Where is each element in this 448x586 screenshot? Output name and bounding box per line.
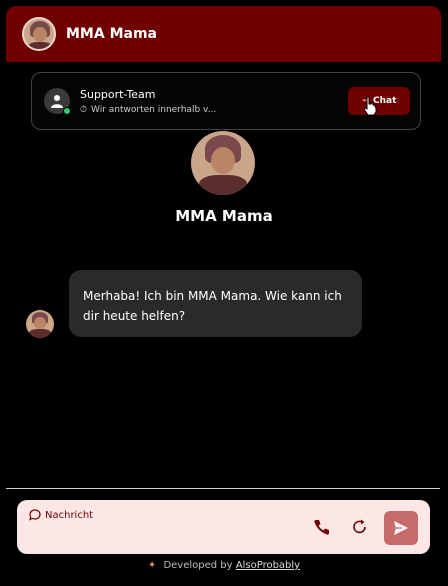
sparkle-icon: ✦	[147, 560, 157, 571]
redo-icon[interactable]	[351, 518, 369, 536]
send-button[interactable]	[384, 511, 418, 545]
message-bubble: Merhaba! Ich bin MMA Mama. Wie kann ich …	[69, 270, 362, 337]
header-avatar	[22, 17, 56, 51]
online-status-dot	[63, 107, 71, 115]
footer-prefix: Developed by	[163, 560, 233, 571]
support-status-text: Wir antworten innerhalb v...	[91, 104, 217, 115]
footer: ✦ Developed by AlsoProbably	[0, 560, 448, 571]
hand-cursor-icon	[363, 96, 377, 116]
profile-avatar	[191, 131, 255, 195]
phone-icon[interactable]	[313, 518, 331, 536]
support-name: Support-Team	[80, 87, 156, 101]
profile-name: MMA Mama	[175, 207, 273, 225]
header-title: MMA Mama	[66, 26, 157, 42]
footer-link[interactable]: AlsoProbably	[236, 560, 300, 571]
send-icon	[394, 521, 408, 535]
message-composer[interactable]: Nachricht	[17, 500, 430, 554]
divider	[6, 488, 440, 489]
speech-bubble-icon	[29, 509, 41, 521]
chat-button[interactable]: ⌁ Chat	[348, 87, 410, 115]
message-input[interactable]: Nachricht	[29, 509, 93, 521]
timer-icon: ⏱	[80, 104, 88, 115]
message-avatar	[26, 310, 54, 338]
message-placeholder: Nachricht	[45, 509, 94, 521]
support-avatar-icon	[44, 88, 71, 115]
chat-header: MMA Mama	[6, 6, 441, 62]
